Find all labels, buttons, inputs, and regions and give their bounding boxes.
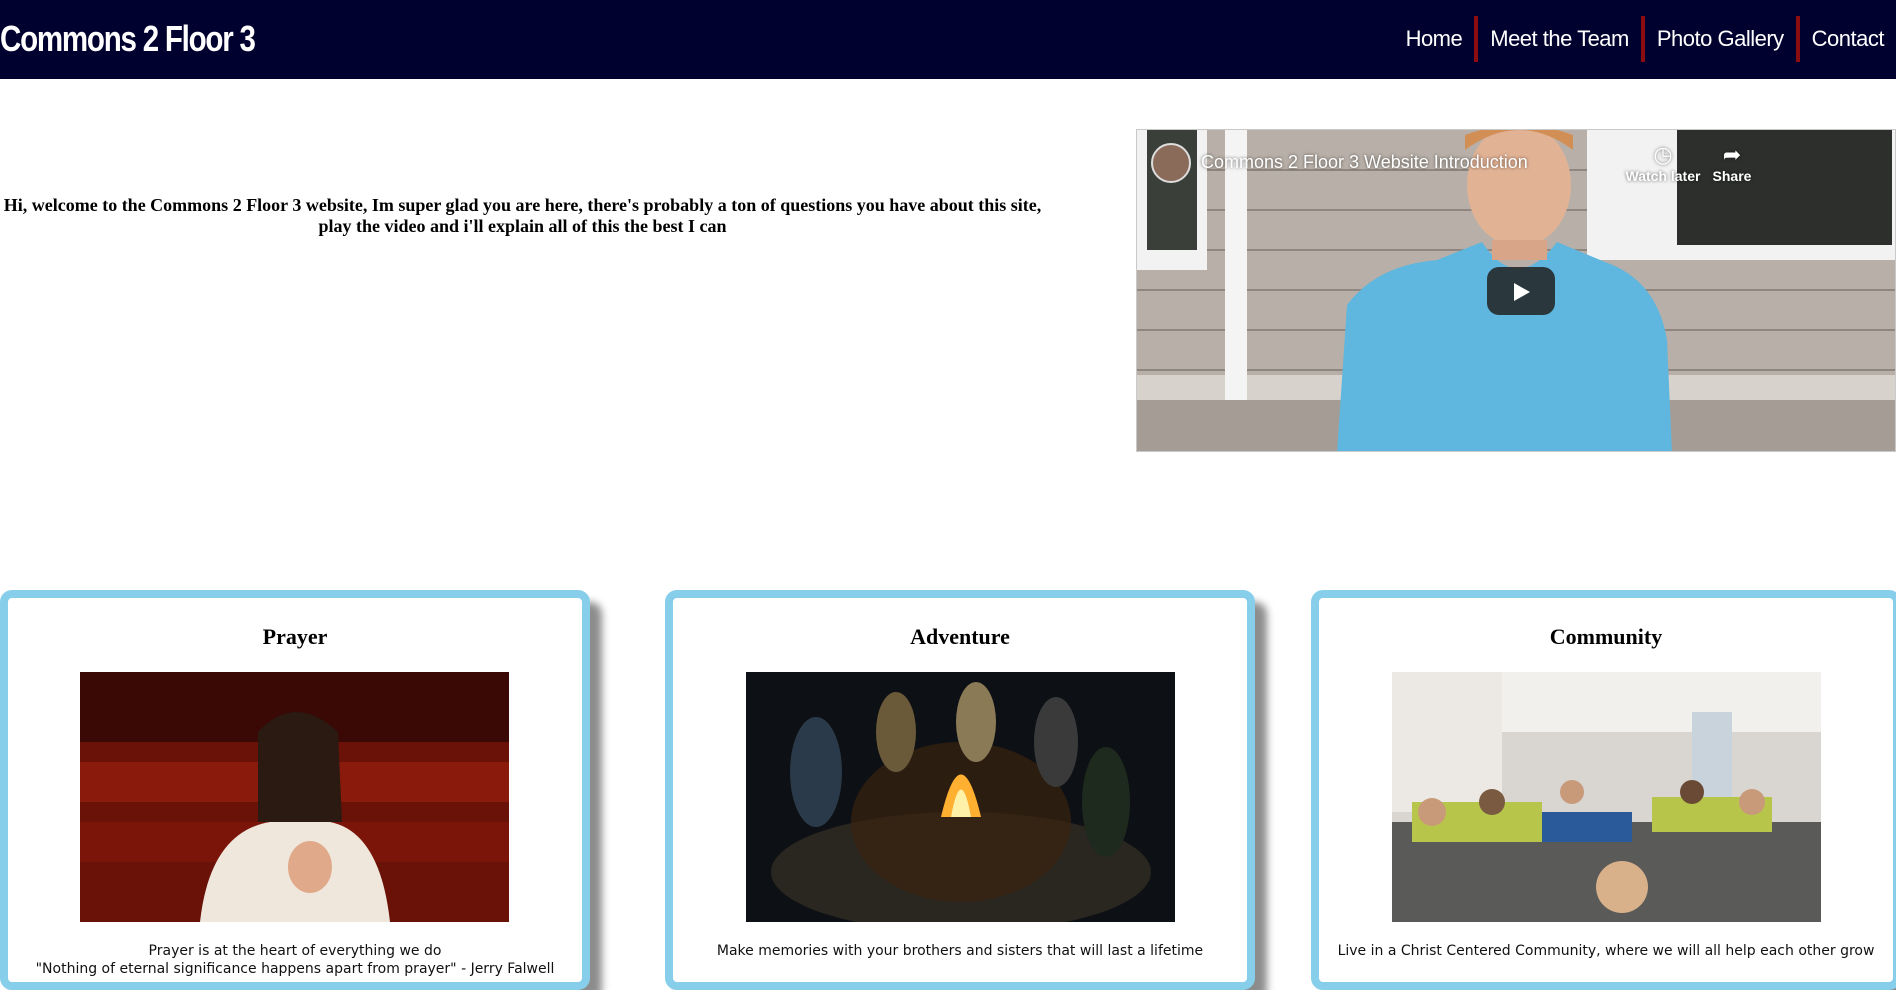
share-button[interactable]: ➦ Share (1702, 142, 1762, 184)
prayer-image (80, 672, 509, 922)
card-title: Prayer (262, 624, 328, 649)
main-nav: Home Meet the Team Photo Gallery Contact (1394, 16, 1896, 62)
channel-avatar[interactable] (1151, 143, 1191, 183)
card-title: Community (1549, 624, 1663, 649)
nav-meet-the-team[interactable]: Meet the Team (1478, 16, 1641, 62)
card-title: Adventure (910, 624, 1010, 649)
card-line: Prayer is at the heart of everything we … (148, 943, 442, 959)
nav-photo-gallery[interactable]: Photo Gallery (1645, 16, 1796, 62)
play-button[interactable] (1487, 267, 1555, 315)
card-line: Live in a Christ Centered Community, whe… (1337, 943, 1875, 959)
watch-later-button[interactable]: ◷ Watch later (1618, 142, 1708, 184)
nav-contact[interactable]: Contact (1800, 16, 1896, 62)
card-description: Prayer is at the heart of everything we … (8, 942, 582, 978)
clock-icon: ◷ (1653, 142, 1673, 167)
video-title[interactable]: Commons 2 Floor 3 Website Introduction (1201, 152, 1528, 173)
adventure-image (746, 672, 1175, 922)
card-description: Make memories with your brothers and sis… (673, 942, 1247, 960)
site-brand[interactable]: Commons 2 Floor 3 (0, 14, 256, 64)
top-navbar: Commons 2 Floor 3 Home Meet the Team Pho… (0, 0, 1896, 79)
card-description: Live in a Christ Centered Community, whe… (1319, 942, 1893, 960)
card-line: Make memories with your brothers and sis… (716, 943, 1204, 959)
card-prayer: Prayer Prayer is at the heart of everyth… (0, 590, 590, 990)
nav-home[interactable]: Home (1394, 16, 1475, 62)
card-adventure: Adventure Make memories with your brothe… (665, 590, 1255, 990)
share-icon: ➦ (1722, 142, 1742, 167)
community-image (1392, 672, 1821, 922)
share-label: Share (1712, 168, 1752, 184)
card-community: Community Live in a Christ Centered Comm… (1311, 590, 1896, 990)
intro-text: Hi, welcome to the Commons 2 Floor 3 web… (3, 195, 1042, 236)
watch-later-label: Watch later (1625, 168, 1701, 184)
video-embed[interactable]: Commons 2 Floor 3 Website Introduction ◷… (1136, 129, 1896, 452)
card-quote: "Nothing of eternal significance happens… (35, 961, 555, 977)
